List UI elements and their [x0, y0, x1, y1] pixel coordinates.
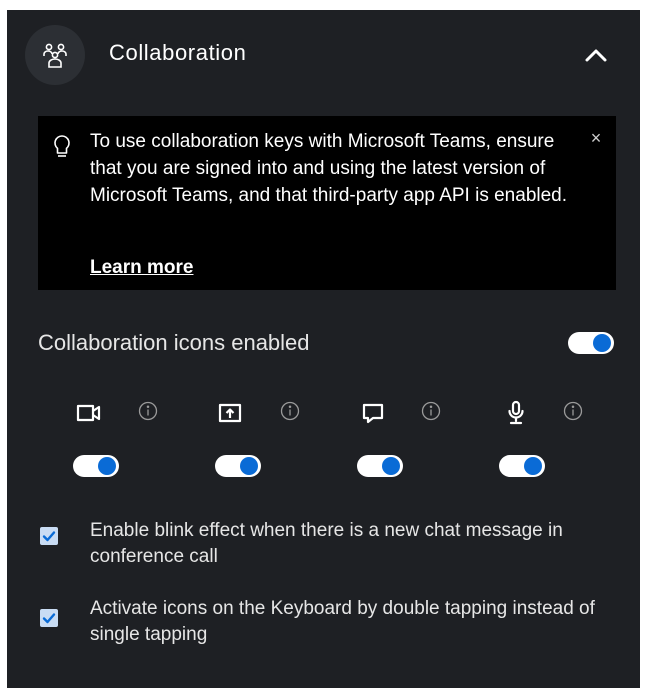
info-icon[interactable] — [421, 401, 441, 421]
notice-text: To use collaboration keys with Microsoft… — [90, 131, 568, 206]
blink-effect-checkbox[interactable] — [40, 527, 58, 545]
toggle-knob — [524, 457, 542, 475]
toggle-knob — [593, 334, 611, 352]
video-camera-icon — [76, 400, 102, 426]
close-icon[interactable]: × — [588, 129, 604, 147]
toggle-knob — [240, 457, 258, 475]
teams-notice: To use collaboration keys with Microsoft… — [38, 116, 616, 290]
collaboration-panel: Collaboration To use collaboration keys … — [7, 10, 640, 688]
collaboration-icons-toggle[interactable] — [568, 332, 614, 354]
toggle-knob — [98, 457, 116, 475]
double-tap-checkbox[interactable] — [40, 609, 58, 627]
info-icon[interactable] — [138, 401, 158, 421]
toggle-knob — [382, 457, 400, 475]
collaboration-icons-label: Collaboration icons enabled — [38, 330, 310, 355]
video-toggle[interactable] — [73, 455, 119, 477]
info-icon[interactable] — [563, 401, 583, 421]
blink-effect-label: Enable blink effect when there is a new … — [90, 520, 563, 567]
learn-more-link[interactable]: Learn more — [90, 257, 193, 279]
people-group-icon — [25, 25, 85, 85]
microphone-toggle[interactable] — [499, 455, 545, 477]
info-icon[interactable] — [280, 401, 300, 421]
screen-share-icon — [217, 400, 243, 426]
chat-icon — [360, 400, 386, 426]
microphone-icon — [503, 400, 529, 426]
collaboration-header[interactable]: Collaboration — [7, 10, 640, 102]
screen-share-toggle[interactable] — [215, 455, 261, 477]
section-title: Collaboration — [109, 40, 247, 65]
lightbulb-icon — [51, 134, 73, 160]
chevron-up-icon[interactable] — [581, 40, 611, 70]
chat-toggle[interactable] — [357, 455, 403, 477]
double-tap-label: Activate icons on the Keyboard by double… — [90, 598, 595, 645]
